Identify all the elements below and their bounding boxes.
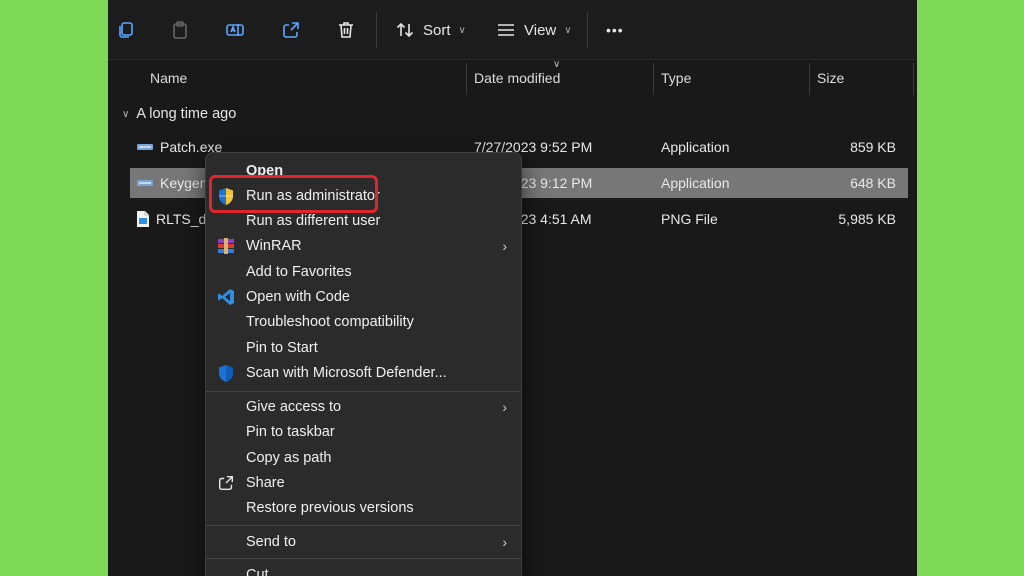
- column-divider[interactable]: [653, 63, 654, 95]
- file-size: 648 KB: [850, 175, 896, 191]
- view-label: View: [524, 21, 557, 39]
- menu-item-run-as-administrator[interactable]: Run as administrator: [206, 183, 521, 208]
- menu-item-restore-previous-versions[interactable]: Restore previous versions: [206, 495, 521, 520]
- file-size: 859 KB: [850, 139, 896, 155]
- share-icon[interactable]: [277, 16, 305, 44]
- sort-icon: [396, 22, 414, 38]
- menu-item-add-to-favorites[interactable]: Add to Favorites: [206, 259, 521, 284]
- toolbar-divider: [587, 12, 588, 48]
- menu-item-winrar[interactable]: WinRAR ›: [206, 233, 521, 258]
- command-bar: Sort ∨ View ∨ •••: [108, 0, 917, 60]
- winrar-icon: [216, 236, 236, 256]
- executable-file-icon: [137, 180, 153, 186]
- file-name: Keygen.: [160, 175, 212, 191]
- file-type: Application: [661, 175, 730, 191]
- menu-item-pin-to-start[interactable]: Pin to Start: [206, 335, 521, 360]
- defender-shield-icon: [216, 363, 236, 383]
- column-header-name[interactable]: Name: [150, 61, 187, 95]
- chevron-right-icon: ›: [502, 237, 507, 254]
- column-divider[interactable]: [809, 63, 810, 95]
- uac-shield-icon: [216, 186, 236, 206]
- column-divider[interactable]: [913, 63, 914, 95]
- file-type: Application: [661, 139, 730, 155]
- group-label: A long time ago: [136, 106, 237, 122]
- menu-item-run-as-different-user[interactable]: Run as different user: [206, 208, 521, 233]
- toolbar-divider: [376, 12, 377, 48]
- menu-item-pin-to-taskbar[interactable]: Pin to taskbar: [206, 419, 521, 444]
- menu-item-open[interactable]: Open: [206, 158, 521, 183]
- menu-separator: [206, 558, 521, 559]
- file-size: 5,985 KB: [838, 211, 896, 227]
- menu-separator: [206, 525, 521, 526]
- image-file-icon: [137, 211, 149, 227]
- more-options-button[interactable]: •••: [606, 16, 624, 44]
- paste-icon[interactable]: [166, 16, 194, 44]
- vscode-icon: [216, 287, 236, 307]
- sort-label: Sort: [423, 21, 451, 39]
- column-headers: Name ∨ Date modified Type Size: [108, 59, 917, 95]
- share-icon: [216, 473, 236, 493]
- menu-item-send-to[interactable]: Send to ›: [206, 529, 521, 554]
- column-divider[interactable]: [466, 63, 467, 95]
- more-icon: •••: [606, 22, 624, 38]
- view-button[interactable]: View ∨: [496, 16, 572, 44]
- delete-icon[interactable]: [332, 16, 360, 44]
- chevron-right-icon: ›: [502, 398, 507, 415]
- chevron-down-icon: ∨: [458, 24, 466, 36]
- chevron-down-icon: ∨: [122, 108, 130, 120]
- file-type: PNG File: [661, 211, 718, 227]
- menu-item-share[interactable]: Share: [206, 470, 521, 495]
- column-header-size[interactable]: Size: [817, 61, 844, 95]
- menu-item-troubleshoot-compatibility[interactable]: Troubleshoot compatibility: [206, 309, 521, 334]
- copy-icon[interactable]: [112, 16, 140, 44]
- sort-button[interactable]: Sort ∨: [395, 16, 466, 44]
- menu-separator: [206, 391, 521, 392]
- menu-item-scan-with-defender[interactable]: Scan with Microsoft Defender...: [206, 360, 521, 385]
- column-header-type[interactable]: Type: [661, 61, 691, 95]
- rename-icon[interactable]: [221, 16, 249, 44]
- view-icon: [498, 24, 514, 36]
- menu-item-give-access-to[interactable]: Give access to ›: [206, 394, 521, 419]
- chevron-right-icon: ›: [502, 533, 507, 550]
- menu-item-cut[interactable]: Cut: [206, 562, 521, 576]
- context-menu: Open Run as administrator Run as differe…: [205, 152, 522, 576]
- chevron-down-icon: ∨: [564, 24, 572, 36]
- menu-item-open-with-code[interactable]: Open with Code: [206, 284, 521, 309]
- group-header[interactable]: ∨ A long time ago: [122, 104, 236, 124]
- executable-file-icon: [137, 144, 153, 150]
- menu-item-copy-as-path[interactable]: Copy as path: [206, 445, 521, 470]
- column-header-date[interactable]: Date modified: [474, 61, 560, 95]
